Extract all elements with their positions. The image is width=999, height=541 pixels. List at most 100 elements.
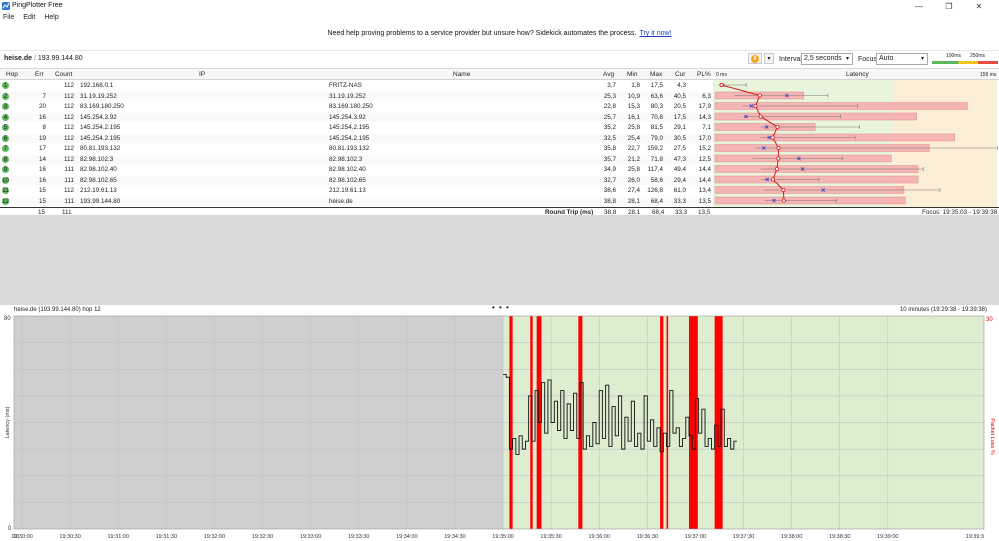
x-tick-label: 19:30:30 — [59, 534, 80, 540]
cell-pl: 14,4 — [698, 176, 711, 184]
cell-count: 112 — [63, 82, 74, 89]
cell-avg: 3,7 — [607, 82, 616, 89]
cell-ip: 145.254.2.195 — [80, 124, 121, 131]
average-latency-point — [781, 198, 786, 203]
table-row[interactable]: 4 16 112 145.254.3.92 145.254.3.92 25,7 16,1 70… — [0, 112, 713, 122]
menu-edit[interactable]: Edit — [23, 14, 35, 21]
menu-help[interactable]: Help — [44, 14, 58, 21]
cell-count: 111 — [64, 166, 74, 173]
cell-ip: 145.254.2.195 — [80, 134, 121, 142]
cell-count: 112 — [63, 145, 74, 152]
focus-select[interactable]: Auto ▾ — [876, 53, 928, 65]
splitter-handle[interactable]: • • • — [492, 303, 510, 312]
col-hop[interactable]: Hop — [6, 71, 18, 78]
latency-scale-right: 159 ms — [980, 72, 997, 78]
cell-err: 14 — [38, 155, 46, 163]
col-min[interactable]: Min — [627, 71, 637, 78]
timeline-range[interactable]: 10 minutes (19:29:38 - 19:39:38) — [900, 307, 987, 313]
focus-value: Auto — [879, 55, 894, 62]
col-pl[interactable]: PL% — [697, 71, 711, 78]
interval-value: 2,5 seconds — [804, 55, 842, 62]
table-row[interactable]: 11 15 112 212.19.61.13 212.19.61.13 38,6 27,4 1… — [0, 186, 713, 196]
promo-banner: Need help proving problems to a service … — [0, 30, 999, 44]
col-count[interactable]: Count — [55, 71, 72, 78]
average-latency-point — [770, 135, 775, 140]
x-tick-label: 19:31:00 — [108, 534, 129, 540]
close-button[interactable]: ✕ — [964, 0, 994, 12]
empty-grid-area — [0, 215, 999, 305]
cell-name: 145.254.2.195 — [329, 134, 370, 142]
target-ip: 193.99.144.80 — [37, 55, 83, 62]
table-row[interactable]: 5 8 112 145.254.2.195 145.254.2.195 35,2 25,8 8… — [0, 123, 713, 133]
hop-status-icon: 8 — [2, 155, 9, 163]
col-latency[interactable]: Latency — [846, 71, 869, 78]
cell-name: 82.98.102.3 — [329, 155, 363, 163]
x-tick-label: 19:33:30 — [348, 534, 369, 540]
x-tick-label: 19:36:30 — [637, 534, 658, 540]
col-ip[interactable]: IP — [199, 71, 205, 78]
chevron-down-icon: ▾ — [845, 56, 849, 62]
col-name[interactable]: Name — [453, 71, 470, 78]
maximize-button[interactable]: ❐ — [934, 0, 964, 12]
table-row[interactable]: 6 19 112 145.254.2.195 145.254.2.195 32,5 25,4… — [0, 133, 713, 143]
table-row[interactable]: 10 16 111 82.98.102.65 82.98.102.65 32,7 26,0 5… — [0, 175, 713, 185]
table-row[interactable]: 7 17 112 80.81.193.132 80.81.193.132 35,8 22,7… — [0, 144, 713, 154]
cell-cur: 29,1 — [673, 124, 686, 131]
cell-max: 81,5 — [650, 124, 663, 131]
cell-pl: 14,3 — [698, 113, 711, 121]
timeline-title: heise.de (193.99.144.80) hop 12 — [14, 307, 101, 313]
x-tick-label: 19:31:30 — [156, 534, 177, 540]
average-latency-point — [781, 188, 786, 193]
col-err[interactable]: Err — [35, 71, 44, 78]
col-cur[interactable]: Cur — [675, 71, 685, 78]
cell-max: 63,6 — [650, 92, 663, 100]
table-row[interactable]: 3 20 112 83.169.180.250 83.169.180.250 22,8 15… — [0, 102, 713, 112]
scale-high-label: 250ms — [970, 53, 986, 59]
table-row[interactable]: 8 14 112 82.98.102.3 82.98.102.3 35,7 21,2 71,8… — [0, 154, 713, 164]
x-tick-label: 19:34:30 — [444, 534, 465, 540]
cell-name: 82.98.102.65 — [329, 176, 366, 184]
table-row[interactable]: 2 7 112 31.19.19.252 31.19.19.252 25,3 10,9 63,… — [0, 91, 713, 101]
pause-dropdown-button[interactable]: ▾ — [764, 53, 774, 64]
x-tick-label: 19:36:00 — [588, 534, 609, 540]
cell-ip: 82.98.102.3 — [80, 155, 114, 163]
cell-pl: 13,5 — [698, 197, 711, 205]
cell-avg: 35,2 — [603, 124, 616, 131]
cell-min: 28,1 — [627, 197, 640, 205]
average-latency-point — [719, 83, 724, 88]
average-latency-point — [776, 156, 781, 161]
y-axis-label: Latency (ms) — [5, 406, 11, 438]
cell-count: 112 — [63, 124, 74, 131]
cell-pl: 12,5 — [698, 155, 711, 163]
average-latency-point — [775, 125, 780, 130]
packet-loss-bar — [660, 316, 664, 529]
y-tick-label: 0 — [8, 526, 12, 532]
cell-max: 117,4 — [647, 166, 663, 173]
cell-min: 26,0 — [627, 176, 640, 184]
col-max[interactable]: Max — [650, 71, 662, 78]
average-latency-point — [770, 177, 775, 182]
minimize-button[interactable]: — — [904, 0, 934, 12]
cell-name: FRITZ-NAS — [329, 82, 362, 89]
cell-cur: 61,0 — [673, 187, 686, 194]
cell-avg: 25,7 — [603, 113, 616, 121]
try-it-now-link[interactable]: Try it now! — [639, 30, 671, 37]
packet-loss-bar — [509, 316, 513, 529]
cell-avg: 32,5 — [603, 134, 616, 142]
interval-select[interactable]: 2,5 seconds ▾ — [801, 53, 853, 65]
col-avg[interactable]: Avg — [603, 71, 614, 78]
table-row[interactable]: 9 16 111 82.98.102.40 82.98.102.40 34,9 25,8 11… — [0, 165, 713, 175]
hop-status-icon: 2 — [2, 92, 9, 100]
x-tick-label: 19:35:00 — [492, 534, 513, 540]
hop-status-icon: 6 — [2, 134, 9, 142]
trace-grid: Hop Err Count IP Name Avg Min Max Cur PL… — [0, 68, 999, 216]
table-row[interactable]: 1 112 192.168.0.1 FRITZ-NAS 3,7 1,8 17,5 4,3 — [0, 81, 713, 91]
cell-avg: 34,9 — [603, 166, 616, 173]
timeline-header: heise.de (193.99.144.80) hop 12 • • • 10… — [0, 303, 999, 315]
x-tick-label: 19:39:3 — [966, 534, 984, 540]
menu-file[interactable]: File — [3, 14, 14, 21]
table-row[interactable]: 12 15 111 193.99.144.80 heise.de 38,8 28,1 68,4… — [0, 196, 713, 206]
hop-status-icon: 7 — [2, 145, 9, 152]
pause-button[interactable]: II — [748, 53, 762, 64]
cell-ip: 145.254.3.92 — [80, 113, 117, 121]
